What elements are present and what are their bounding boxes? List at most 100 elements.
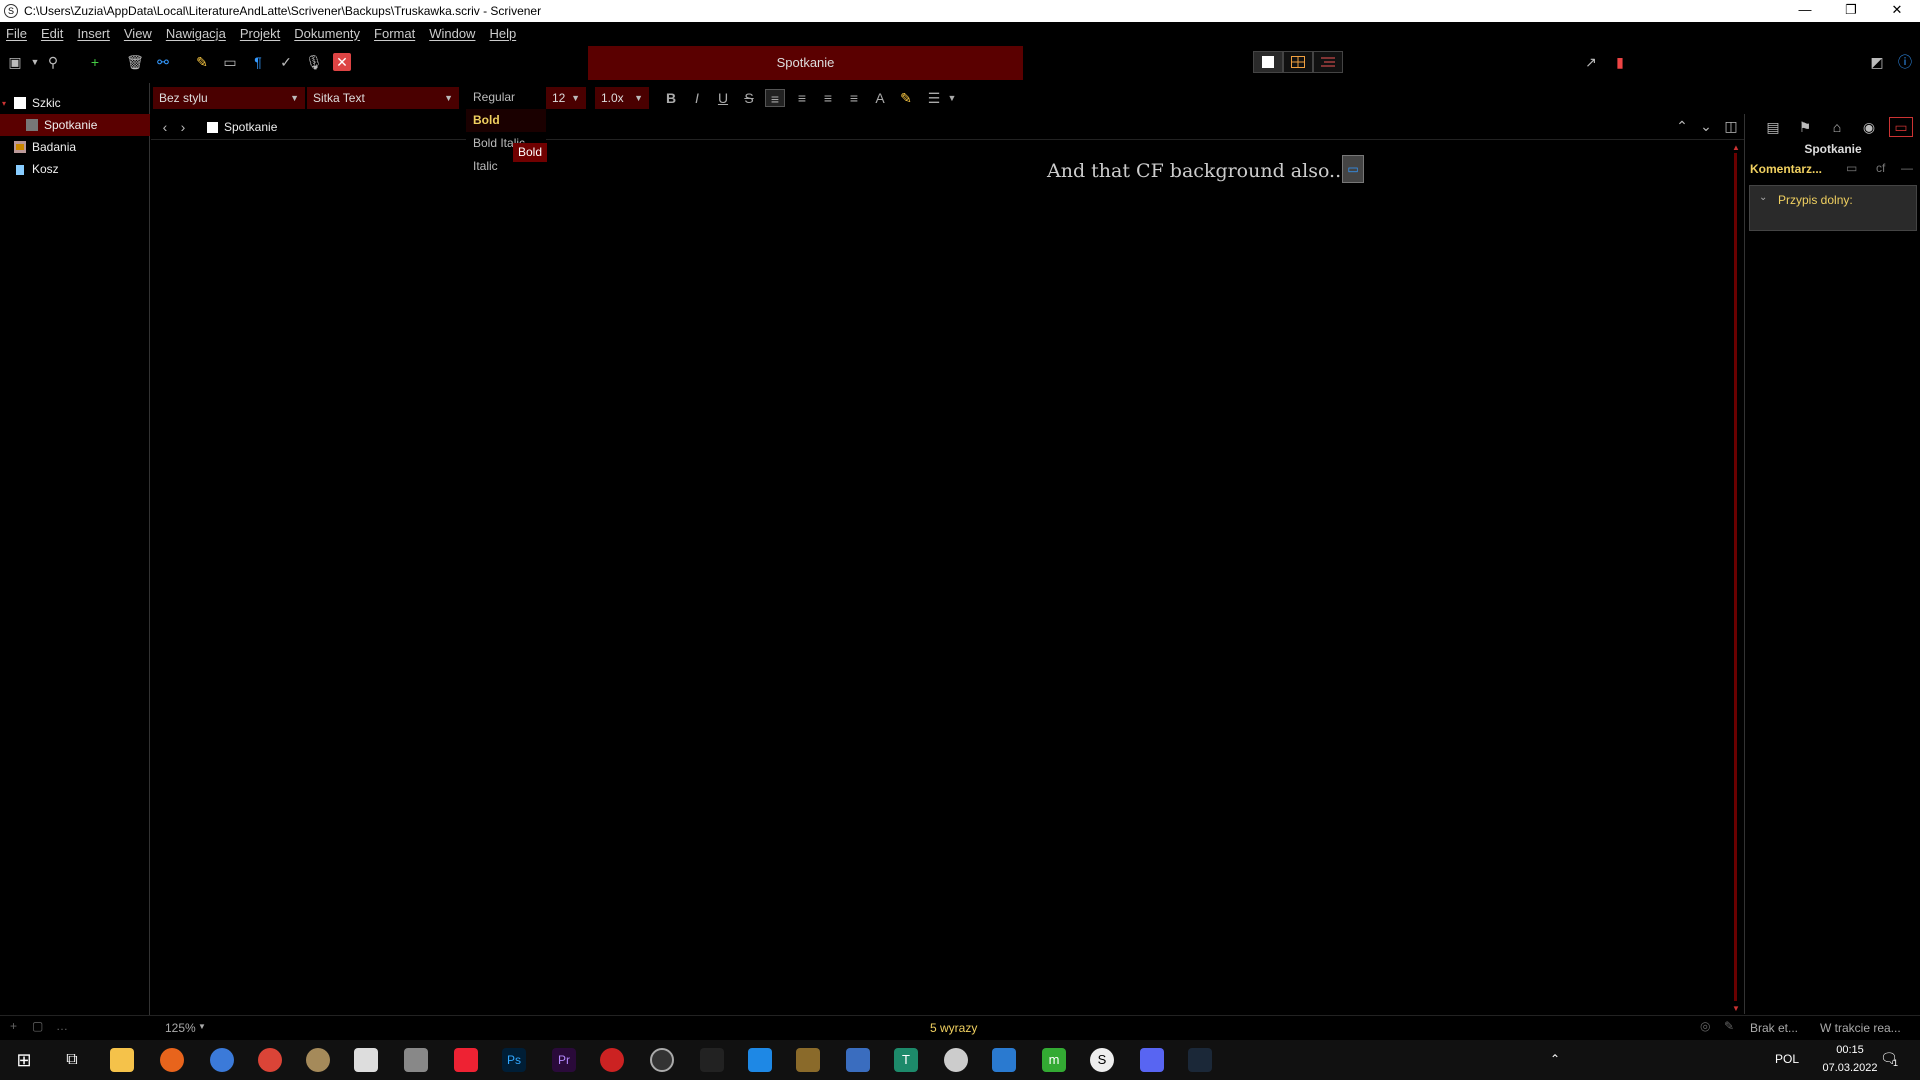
photoshop-icon[interactable]: Ps [502,1048,526,1072]
chevron-down-icon[interactable]: ⌄ [1697,117,1715,135]
line-spacing-select[interactable]: 1.0x ▼ [595,87,649,109]
menu-insert[interactable]: Insert [77,26,110,41]
font-size-select[interactable]: 12 ▼ [546,87,586,109]
compose-icon[interactable]: ◩ [1868,53,1886,71]
forward-arrow-icon[interactable]: › [174,118,192,136]
doc-title[interactable]: Spotkanie [224,120,277,134]
highlight-icon[interactable]: ✎ [896,89,916,107]
underline-button[interactable]: U [713,89,733,107]
view-corkboard-button[interactable] [1283,51,1313,73]
edit-icon[interactable]: ✎ [1724,1019,1734,1033]
add-icon[interactable]: + [10,1019,17,1033]
chevron-down-icon[interactable]: ▼ [942,89,962,107]
chevron-up-icon[interactable]: ⌃ [1673,117,1691,135]
app-icon[interactable]: m [1042,1048,1066,1072]
notes-icon[interactable]: ▤ [1764,118,1782,136]
app-icon[interactable] [944,1048,968,1072]
file-explorer-icon[interactable] [110,1048,134,1072]
spellcheck-icon[interactable]: ✓ [277,53,295,71]
label-select[interactable]: Brak et... [1750,1021,1798,1035]
folder-icon[interactable]: ▢ [32,1019,43,1033]
share-icon[interactable]: ↗ [1582,53,1600,71]
align-left-icon[interactable]: ≡ [765,89,785,107]
binder-item-kosz[interactable]: Kosz [0,158,150,180]
menu-format[interactable]: Format [374,26,415,41]
scroll-track[interactable] [1734,153,1737,1001]
zoom-select[interactable]: 125% [165,1021,196,1035]
chevron-down-icon[interactable]: ▼ [198,1022,206,1031]
language-indicator[interactable]: POL [1775,1052,1799,1066]
firefox-icon[interactable] [160,1048,184,1072]
menu-view[interactable]: View [124,26,152,41]
view-single-button[interactable] [1253,51,1283,73]
premiere-icon[interactable]: Pr [552,1048,576,1072]
bookmarks-icon[interactable]: ⚑ [1796,118,1814,136]
font-style-option-regular[interactable]: Regular [466,86,546,109]
trash-icon[interactable]: 🗑 [126,53,144,71]
windows-start-icon[interactable]: ⊞ [12,1048,36,1072]
microphone-icon[interactable]: 🎙 [305,53,323,71]
clock-date[interactable]: 07.03.2022 [1818,1062,1882,1074]
app-icon[interactable] [404,1048,428,1072]
italic-button[interactable]: I [687,89,707,107]
app-icon[interactable] [748,1048,772,1072]
app-icon[interactable] [354,1048,378,1072]
app-icon[interactable] [600,1048,624,1072]
close-button[interactable]: ✕ [1874,0,1920,22]
menu-projekt[interactable]: Projekt [240,26,280,41]
more-icon[interactable]: … [56,1019,68,1033]
edit-icon[interactable]: ✎ [193,53,211,71]
menu-edit[interactable]: Edit [41,26,63,41]
scrivener-taskbar-icon[interactable]: S [1090,1048,1114,1072]
menu-dokumenty[interactable]: Dokumenty [294,26,360,41]
steam-icon[interactable] [1188,1048,1212,1072]
app-icon[interactable] [700,1048,724,1072]
editor-area[interactable]: And that CF background also... ▭ [151,141,1731,1011]
collapse-arrow-icon[interactable]: ▾ [2,99,6,108]
add-comment-icon[interactable]: ▭ [1846,161,1857,175]
editor-text[interactable]: And that CF background also... [1047,160,1347,182]
footnote-tab[interactable]: cf [1876,161,1885,175]
menu-help[interactable]: Help [489,26,516,41]
task-view-icon[interactable]: ⧉ [60,1048,84,1072]
menu-nawigacja[interactable]: Nawigacja [166,26,226,41]
footnote-marker[interactable]: ▭ [1342,155,1364,183]
restore-button[interactable]: ❐ [1828,0,1874,22]
app-icon[interactable] [454,1048,478,1072]
info-icon[interactable]: ⓘ [1896,53,1914,71]
target-icon[interactable]: ◎ [1700,1019,1710,1033]
editor-scrollbar[interactable]: ▲ ▼ [1732,143,1740,1013]
typora-icon[interactable]: T [894,1048,918,1072]
attachment-icon[interactable]: ⚯ [154,53,172,71]
todo-icon[interactable] [992,1048,1016,1072]
chevron-down-icon[interactable]: ⌄ [1759,192,1767,203]
font-select[interactable]: Sitka Text ▼ [307,87,459,109]
view-outliner-button[interactable] [1313,51,1343,73]
app-icon[interactable] [846,1048,870,1072]
binder-item-spotkanie[interactable]: Spotkanie [0,114,150,136]
binder-toggle-icon[interactable]: ▣ [6,53,24,71]
align-justify-icon[interactable]: ≡ [818,89,838,107]
status-select[interactable]: W trakcie rea... [1820,1021,1901,1035]
menu-window[interactable]: Window [429,26,475,41]
align-center-icon[interactable]: ≡ [792,89,812,107]
metadata-icon[interactable]: ⌂ [1828,118,1846,136]
chrome-icon[interactable] [258,1048,282,1072]
bold-button[interactable]: B [661,89,681,107]
strikethrough-button[interactable]: S [739,89,759,107]
obs-icon[interactable] [650,1048,674,1072]
binder-item-badania[interactable]: Badania [0,136,150,158]
split-editor-icon[interactable]: ◫ [1722,117,1740,135]
app-icon[interactable] [796,1048,820,1072]
menu-file[interactable]: File [6,26,27,41]
tray-chevron-icon[interactable]: ⌃ [1550,1052,1560,1066]
chevron-down-icon[interactable]: ▼ [26,53,44,71]
footnote-box[interactable]: ⌄ Przypis dolny: [1749,185,1917,231]
bookmark-icon[interactable]: ▮ [1611,53,1629,71]
app-icon[interactable] [210,1048,234,1072]
font-style-option-bold[interactable]: Bold [466,109,546,132]
comments-icon[interactable]: ▭ [1889,117,1913,137]
scroll-down-icon[interactable]: ▼ [1732,1004,1740,1013]
linguistic-focus-icon[interactable]: ✕ [333,53,351,71]
snapshots-icon[interactable]: ◉ [1860,118,1878,136]
